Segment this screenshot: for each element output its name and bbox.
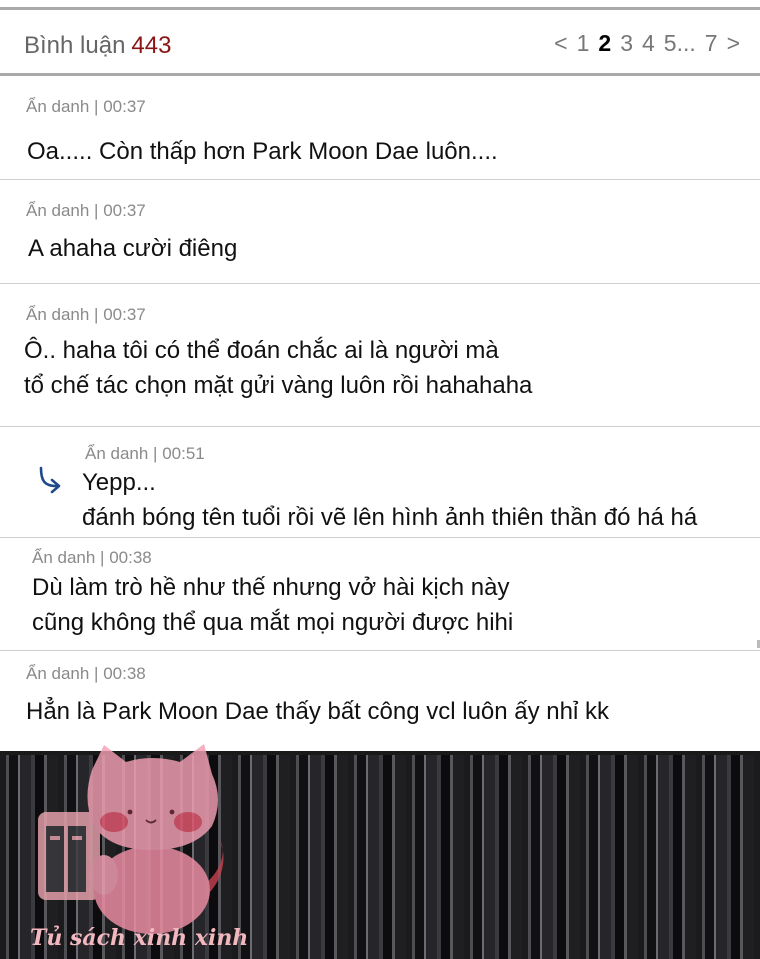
pagination-next-button[interactable]: >: [727, 30, 740, 57]
comment-item: Ẩn danh | 00:37 Ô.. haha tôi có thể đoán…: [0, 284, 760, 427]
comment-text: Hẳn là Park Moon Dae thấy bất công vcl l…: [26, 698, 609, 725]
pagination: < 1 2 3 4 5... 7 >: [554, 30, 740, 57]
comment-meta: Ẩn danh | 00:37: [26, 201, 146, 220]
comment-count: 443: [131, 32, 172, 59]
comment-meta: Ẩn danh | 00:51: [85, 444, 205, 463]
comment-text-line-2: đánh bóng tên tuổi rồi vẽ lên hình ảnh t…: [82, 504, 698, 531]
comment-text-line-2: cũng không thể qua mắt mọi người được hi…: [32, 609, 514, 636]
comment-meta: Ẩn danh | 00:38: [26, 664, 146, 683]
comment-text: Oa..... Còn thấp hơn Park Moon Dae luôn.…: [27, 138, 498, 165]
comment-meta: Ẩn danh | 00:37: [26, 305, 146, 324]
cat-mascot-watermark-icon: [38, 744, 224, 934]
comments-title-label: Bình luận: [24, 32, 126, 59]
pagination-page-current[interactable]: 2: [598, 30, 611, 57]
comment-text-line-2: tổ chế tác chọn mặt gửi vàng luôn rồi ha…: [24, 372, 533, 399]
pagination-page-4[interactable]: 4: [642, 30, 655, 57]
comment-item: Ẩn danh | 00:37 A ahaha cười điêng: [0, 180, 760, 284]
reply-arrow-icon: [39, 466, 61, 494]
comment-text: A ahaha cười điêng: [28, 235, 238, 262]
comment-text-line-1: Dù làm trò hề như thế nhưng vở hài kịch …: [32, 574, 510, 601]
pagination-page-7[interactable]: 7: [705, 30, 718, 57]
pagination-page-3[interactable]: 3: [620, 30, 633, 57]
comment-text-line-1: Ô.. haha tôi có thể đoán chắc ai là ngườ…: [24, 337, 499, 364]
comments-header: Bình luận 443 < 1 2 3 4 5... 7 >: [0, 10, 760, 76]
comment-text-line-1: Yepp...: [82, 469, 156, 496]
pagination-prev-button[interactable]: <: [554, 30, 567, 57]
pagination-page-5[interactable]: 5...: [664, 30, 696, 57]
comment-meta: Ẩn danh | 00:37: [26, 97, 146, 116]
reply-item: Ẩn danh | 00:51 Yepp... đánh bóng tên tu…: [0, 427, 760, 538]
comments-title: Bình luận 443: [24, 32, 171, 60]
comment-meta: Ẩn danh | 00:38: [32, 548, 152, 567]
comment-item: Ẩn danh | 00:37 Oa..... Còn thấp hơn Par…: [0, 79, 760, 180]
comment-item: Ẩn danh | 00:38 Dù làm trò hề như thế nh…: [0, 538, 760, 651]
comment-item: Ẩn danh | 00:38 Hẳn là Park Moon Dae thấ…: [0, 651, 760, 751]
watermark-text: Tủ sách xinh xinh: [30, 925, 249, 951]
pagination-page-1[interactable]: 1: [577, 30, 590, 57]
